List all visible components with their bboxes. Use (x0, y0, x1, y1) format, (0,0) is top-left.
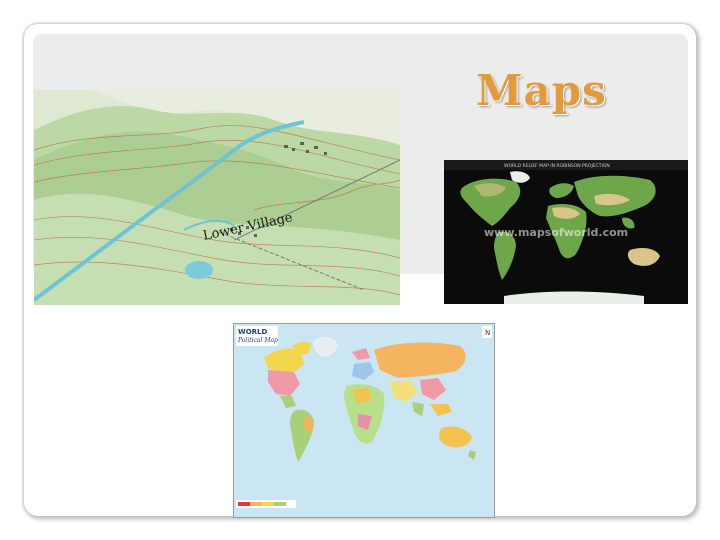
topographic-map-image: Lower Village (34, 90, 400, 305)
world-relief-map-image: WORLD RELIEF MAP IN ROBINSON PROJECTION … (444, 160, 688, 304)
political-map-heading-line2: Political Map (237, 337, 278, 344)
political-map-heading-line1: WORLD (238, 328, 268, 336)
slide-title: Maps (476, 66, 607, 115)
relief-map-watermark: www.mapsofworld.com (484, 226, 628, 239)
world-political-map-image: WORLD Political Map N (233, 323, 495, 518)
svg-text:N: N (485, 329, 490, 337)
relief-map-heading: WORLD RELIEF MAP IN ROBINSON PROJECTION (504, 163, 610, 169)
